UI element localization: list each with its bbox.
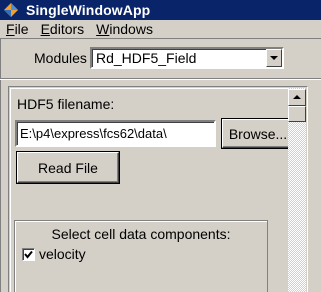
modules-select[interactable]: Rd_HDF5_Field — [90, 47, 284, 69]
menu-bar: File Editors Windows — [0, 20, 321, 38]
vertical-scrollbar[interactable] — [288, 88, 306, 292]
window-title: SingleWindowApp — [26, 2, 151, 18]
title-bar[interactable]: SingleWindowApp — [0, 0, 321, 20]
hdf5-filename-label: HDF5 filename: — [17, 96, 115, 112]
velocity-checkbox-row[interactable]: velocity — [22, 246, 86, 262]
dropdown-arrow-icon[interactable] — [266, 49, 282, 67]
module-row: Modules Rd_HDF5_Field — [0, 45, 321, 71]
menu-editors[interactable]: Editors — [35, 21, 91, 37]
velocity-label: velocity — [39, 246, 86, 262]
app-icon — [2, 1, 20, 19]
menu-windows[interactable]: Windows — [90, 21, 159, 37]
menu-file[interactable]: File — [0, 21, 35, 37]
modules-label: Modules — [34, 50, 87, 66]
cell-data-group-title: Select cell data components: — [51, 226, 231, 242]
read-file-button[interactable]: Read File — [16, 151, 120, 184]
arrow-up-icon — [293, 95, 301, 99]
velocity-checkbox[interactable] — [22, 247, 35, 261]
checkmark-icon — [24, 250, 33, 259]
browse-button[interactable]: Browse... — [221, 118, 295, 149]
scroll-thumb[interactable] — [288, 106, 306, 122]
divider — [0, 78, 321, 80]
hdf5-filename-input[interactable]: E:\p4\express\fcs62\data\ — [15, 120, 216, 147]
scroll-up-button[interactable] — [288, 89, 306, 106]
modules-selected-value: Rd_HDF5_Field — [96, 50, 197, 66]
